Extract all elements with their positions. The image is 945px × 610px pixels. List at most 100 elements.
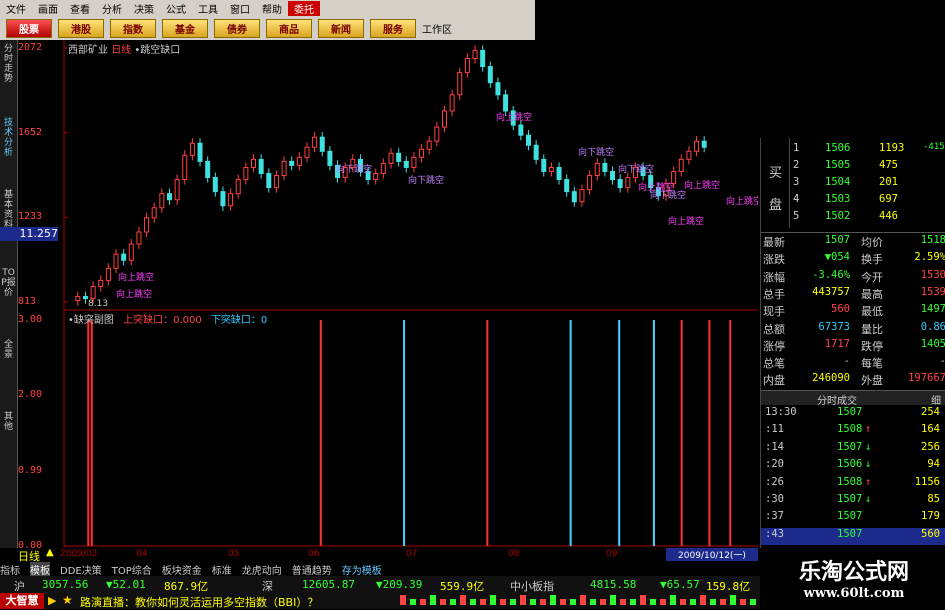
indicator-tab-7[interactable]: 普通趋势 — [292, 562, 332, 577]
left-tab-3[interactable]: TOP报价 — [1, 268, 16, 298]
candle-body — [701, 140, 707, 148]
menu-item-4[interactable]: 决策 — [128, 1, 160, 16]
menu-item-6[interactable]: 工具 — [192, 1, 224, 16]
quote-row: 涨跌 ▼054 换手 2.59% — [761, 251, 945, 268]
category-button-3[interactable]: 基金 — [162, 18, 208, 38]
indicator-tab-4[interactable]: 板块资金 — [162, 562, 202, 577]
candle-body — [243, 166, 249, 181]
candle-body — [373, 172, 379, 181]
trade-row[interactable]: :26 1508 ↑ 1156 — [761, 476, 945, 493]
candle-body — [396, 152, 402, 162]
indicator-tab-3[interactable]: TOP综合 — [112, 562, 152, 577]
left-vertical-tabs: 分时走势技术分析基本资料 TOP报价全景其他 — [0, 40, 18, 548]
candle-body — [136, 231, 142, 245]
trade-volume: 560 — [921, 527, 940, 540]
indicator-tab-0[interactable]: 指标 — [0, 562, 20, 577]
chart-area[interactable]: 向上跳空 向上跳空 向下跳空 向下跳空 向上跳空 向下跳空 向下跳空 向上跳空 向下跳空 向上跳空… — [0, 40, 762, 551]
news-text[interactable]: 路演直播：教你如何灵活运用多空指数（BBI）？ — [80, 594, 318, 610]
left-tab-2[interactable]: 基本资料 — [1, 190, 16, 230]
category-button-7[interactable]: 服务 — [370, 18, 416, 38]
indicator-tab-1[interactable]: 模板 — [30, 561, 50, 577]
quote-value-2: 1405 — [920, 337, 945, 350]
candle-body — [503, 94, 509, 112]
trade-row[interactable]: :30 1507 ↓ 85 — [761, 493, 945, 510]
index-name[interactable]: 沪 — [14, 578, 25, 594]
date-tick-3: 06 — [308, 549, 320, 559]
menu-item-8[interactable]: 帮助 — [256, 1, 288, 16]
menu-item-9[interactable]: 委托 — [288, 0, 320, 16]
candle-body — [671, 170, 677, 185]
mini-trend-bar — [410, 599, 416, 605]
gap-label-8: 向下跳空 — [650, 189, 686, 201]
menu-bar: 文件 画面 查看 分析 决策 公式 工具 窗口 帮助 委托 — [0, 0, 535, 16]
menu-item-0[interactable]: 文件 — [0, 1, 32, 16]
play-icon[interactable]: ▶ — [48, 594, 56, 607]
quote-label: 涨跌 — [763, 253, 785, 267]
trade-row[interactable]: :43 1507 560 — [761, 527, 945, 545]
candle-body — [602, 162, 608, 172]
category-button-6[interactable]: 新闻 — [318, 18, 364, 38]
chart-canvas[interactable]: 向上跳空向上跳空向下跳空向下跳空向上跳空向下跳空向下跳空向上跳空向下跳空向上跳空… — [18, 40, 762, 548]
mini-trend-bar — [510, 599, 516, 605]
orderbook-row[interactable]: 4 1503 697 — [761, 193, 945, 209]
quote-label-2: 跌停 — [861, 339, 883, 353]
candle-body — [449, 94, 455, 112]
mini-trend-bar — [670, 595, 676, 605]
menu-item-5[interactable]: 公式 — [160, 1, 192, 16]
quote-value: - — [843, 355, 850, 368]
candle-body — [144, 217, 150, 233]
index-name[interactable]: 中小板指 — [510, 578, 554, 594]
quote-label-2: 外盘 — [861, 374, 883, 388]
quote-label: 内盘 — [763, 374, 785, 388]
index-change: ▼65.57 — [660, 578, 700, 591]
category-button-1[interactable]: 港股 — [58, 18, 104, 38]
orderbook-row[interactable]: 3 1504 201 — [761, 176, 945, 192]
trade-price: 1507 — [837, 493, 863, 505]
quote-row: 总额 67373 量比 0.86 — [761, 321, 945, 338]
sub-down-label: 下突缺口：0 — [210, 315, 268, 326]
category-button-2[interactable]: 指数 — [110, 18, 156, 38]
workspace-label[interactable]: 工作区 — [422, 21, 452, 36]
candle-body — [113, 253, 119, 269]
trade-price: 1507 — [837, 527, 863, 540]
index-name[interactable]: 深 — [262, 578, 273, 594]
category-button-4[interactable]: 债券 — [214, 18, 260, 38]
candle-body — [251, 158, 257, 168]
menu-item-7[interactable]: 窗口 — [224, 1, 256, 16]
trade-row[interactable]: 13:30 1507 254 — [761, 406, 945, 423]
trade-row[interactable]: :37 1507 179 — [761, 510, 945, 527]
left-tab-4[interactable]: 全景 — [1, 340, 16, 360]
menu-item-1[interactable]: 画面 — [32, 1, 64, 16]
watermark-line1: 乐淘公式网 — [798, 559, 909, 585]
orderbook-row[interactable]: 5 1502 446 — [761, 210, 945, 226]
left-tab-0[interactable]: 分时走势 — [1, 44, 16, 84]
mini-trend-bar — [560, 599, 566, 605]
menu-item-3[interactable]: 分析 — [96, 1, 128, 16]
orderbook-row[interactable]: 1 1506 1193 -415 — [761, 142, 945, 158]
trade-row[interactable]: :20 1506 ↓ 94 — [761, 458, 945, 475]
orderbook-change: -415 — [923, 142, 945, 152]
indicator-tab-8[interactable]: 存为模板 — [342, 562, 382, 577]
trade-row[interactable]: :14 1507 ↓ 256 — [761, 441, 945, 458]
candle-body — [518, 124, 524, 136]
trades-tab-detail[interactable]: 细 — [931, 392, 941, 407]
category-button-0[interactable]: 股票 — [6, 18, 52, 38]
candle-body — [235, 179, 241, 195]
mini-trend-bar — [720, 599, 726, 605]
category-button-5[interactable]: 商品 — [266, 18, 312, 38]
trade-time: :37 — [765, 510, 784, 523]
orderbook-row[interactable]: 2 1505 475 — [761, 159, 945, 175]
indicator-tab-2[interactable]: DDE决策 — [60, 562, 102, 577]
indicator-tab-6[interactable]: 龙虎动向 — [242, 562, 282, 577]
trades-list[interactable]: 13:30 1507 254:11 1508 ↑ 164:14 1507 ↓ 256:20 150… — [761, 406, 945, 546]
quote-value: 1717 — [824, 337, 850, 350]
left-tab-5[interactable]: 其他 — [1, 412, 16, 432]
triangle-up-icon[interactable]: ▲ — [46, 547, 54, 558]
trade-row[interactable]: :11 1508 ↑ 164 — [761, 423, 945, 440]
price-tick-1: 1652 — [18, 126, 43, 138]
left-tab-1[interactable]: 技术分析 — [1, 118, 16, 158]
menu-item-2[interactable]: 查看 — [64, 1, 96, 16]
candle-body — [403, 160, 409, 168]
indicator-tab-5[interactable]: 标准 — [212, 562, 232, 577]
candle-body — [197, 142, 203, 162]
